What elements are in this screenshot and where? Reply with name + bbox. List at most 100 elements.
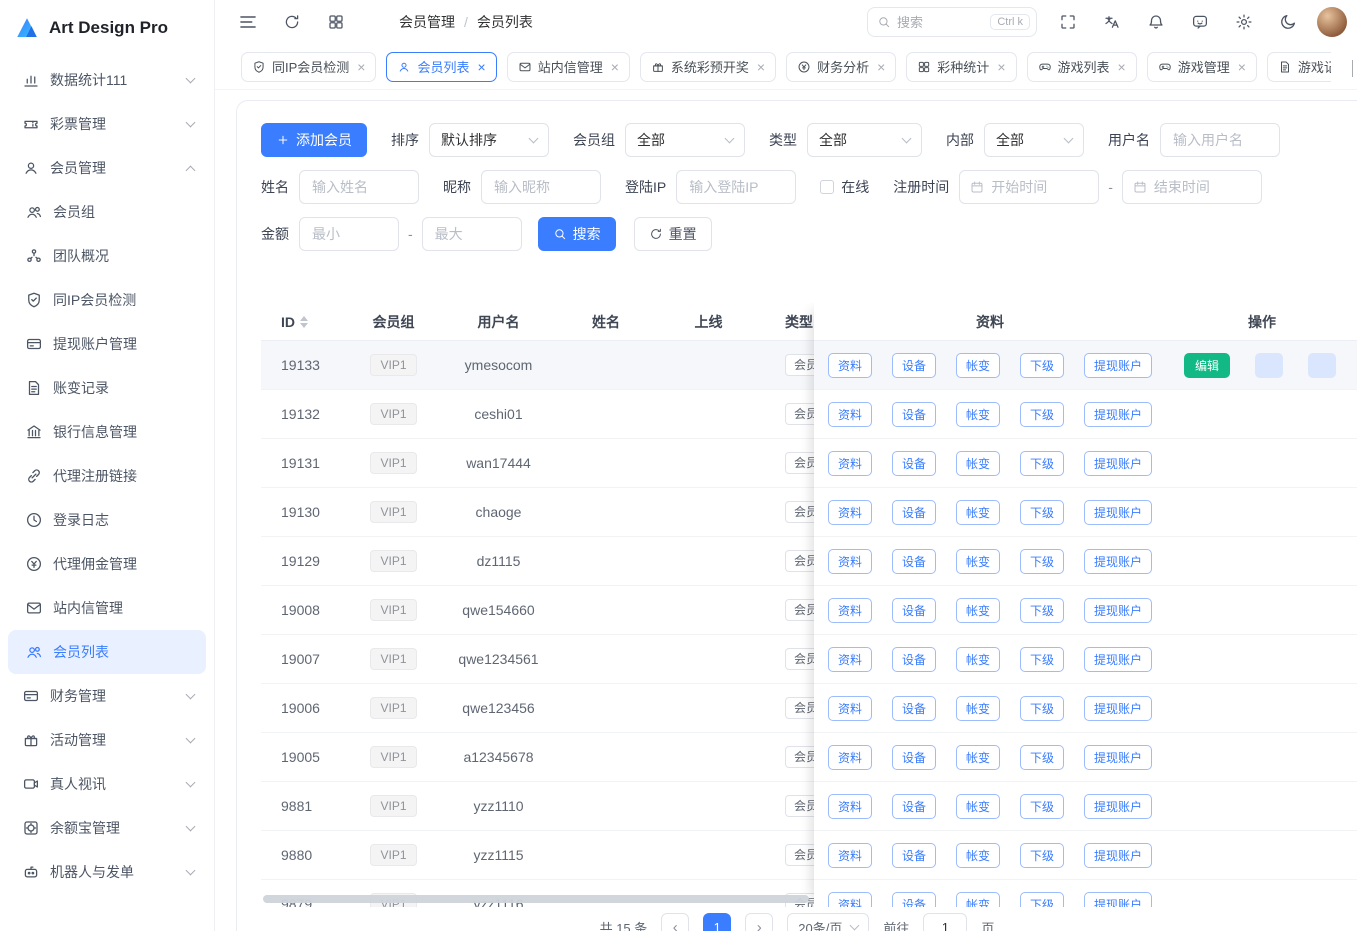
reset-button[interactable]: 重置 <box>634 217 712 251</box>
profile-button[interactable]: 资料 <box>828 843 872 868</box>
tab-close-icon[interactable]: × <box>1238 60 1246 74</box>
member-group-select[interactable]: 全部 <box>625 123 745 157</box>
withdraw-account-button[interactable]: 提现账户 <box>1084 500 1152 525</box>
device-button[interactable]: 设备 <box>892 892 936 908</box>
sidebar-item[interactable]: 会员列表 <box>8 630 206 674</box>
table-row[interactable]: 19130 VIP1 chaoge 会员 <box>261 488 871 537</box>
subordinate-button[interactable]: 下级 <box>1020 892 1064 908</box>
table-row[interactable]: 19129 VIP1 dz1115 会员 <box>261 537 871 586</box>
table-row[interactable]: 19133 VIP1 ymesocom 会员 <box>261 341 871 390</box>
next-page-button[interactable]: › <box>745 913 773 931</box>
search-input[interactable] <box>897 15 984 30</box>
horizontal-scrollbar[interactable] <box>263 895 809 903</box>
subordinate-button[interactable]: 下级 <box>1020 794 1064 819</box>
tab[interactable]: 财务分析 × <box>786 52 896 82</box>
sidebar-item[interactable]: 真人视讯 <box>8 762 206 806</box>
menu-toggle-icon[interactable] <box>233 7 263 37</box>
device-button[interactable]: 设备 <box>892 647 936 672</box>
tab[interactable]: 游戏记录 × <box>1267 52 1331 82</box>
tab-close-icon[interactable]: × <box>1118 60 1126 74</box>
table-row[interactable]: 19131 VIP1 wan17444 会员 <box>261 439 871 488</box>
balance-change-button[interactable]: 帐变 <box>956 402 1000 427</box>
dark-mode-moon-icon[interactable] <box>1273 7 1303 37</box>
search-button[interactable]: 搜索 <box>538 217 616 251</box>
balance-change-button[interactable]: 帐变 <box>956 500 1000 525</box>
device-button[interactable]: 设备 <box>892 549 936 574</box>
subordinate-button[interactable]: 下级 <box>1020 451 1064 476</box>
start-date-input[interactable] <box>959 170 1099 204</box>
breadcrumb-parent[interactable]: 会员管理 <box>399 12 455 32</box>
tab-close-icon[interactable]: × <box>478 60 486 74</box>
type-select[interactable]: 全部 <box>807 123 922 157</box>
balance-change-button[interactable]: 帐变 <box>956 696 1000 721</box>
sidebar-item[interactable]: 银行信息管理 <box>8 410 206 454</box>
balance-change-button[interactable]: 帐变 <box>956 549 1000 574</box>
table-row[interactable]: 9880 VIP1 yzz1115 会员 <box>261 831 871 880</box>
profile-button[interactable]: 资料 <box>828 598 872 623</box>
subordinate-button[interactable]: 下级 <box>1020 843 1064 868</box>
tab-close-icon[interactable]: × <box>757 60 765 74</box>
table-row[interactable]: 19007 VIP1 qwe1234561 会员 <box>261 635 871 684</box>
sidebar-item[interactable]: 数据统计111 <box>8 58 206 102</box>
username-input[interactable] <box>1160 123 1280 157</box>
end-date-input[interactable] <box>1122 170 1262 204</box>
settings-gear-icon[interactable] <box>1229 7 1259 37</box>
subordinate-button[interactable]: 下级 <box>1020 598 1064 623</box>
column-header-id[interactable]: ID <box>261 314 346 330</box>
fullscreen-icon[interactable] <box>1053 7 1083 37</box>
table-row[interactable]: 19006 VIP1 qwe123456 会员 <box>261 684 871 733</box>
withdraw-account-button[interactable]: 提现账户 <box>1084 549 1152 574</box>
sidebar-item[interactable]: 登录日志 <box>8 498 206 542</box>
online-checkbox[interactable] <box>820 180 834 194</box>
device-button[interactable]: 设备 <box>892 843 936 868</box>
withdraw-account-button[interactable]: 提现账户 <box>1084 451 1152 476</box>
sidebar-item[interactable]: 同IP会员检测 <box>8 278 206 322</box>
tab-close-icon[interactable]: × <box>611 60 619 74</box>
sidebar-item[interactable]: 账变记录 <box>8 366 206 410</box>
amount-min-input[interactable] <box>299 217 399 251</box>
profile-button[interactable]: 资料 <box>828 451 872 476</box>
action-ghost-button[interactable] <box>1255 353 1283 378</box>
device-button[interactable]: 设备 <box>892 451 936 476</box>
withdraw-account-button[interactable]: 提现账户 <box>1084 745 1152 770</box>
profile-button[interactable]: 资料 <box>828 647 872 672</box>
table-row[interactable]: 19005 VIP1 a12345678 会员 <box>261 733 871 782</box>
sort-select[interactable]: 默认排序 <box>429 123 549 157</box>
table-row[interactable]: 19008 VIP1 qwe154660 会员 <box>261 586 871 635</box>
withdraw-account-button[interactable]: 提现账户 <box>1084 843 1152 868</box>
balance-change-button[interactable]: 帐变 <box>956 892 1000 908</box>
tab[interactable]: 站内信管理 × <box>507 52 630 82</box>
balance-change-button[interactable]: 帐变 <box>956 598 1000 623</box>
edit-button[interactable]: 编辑 <box>1184 353 1230 378</box>
balance-change-button[interactable]: 帐变 <box>956 794 1000 819</box>
amount-max-input[interactable] <box>422 217 522 251</box>
sidebar-item[interactable]: 会员组 <box>8 190 206 234</box>
sidebar-item[interactable]: 团队概况 <box>8 234 206 278</box>
current-page[interactable]: 1 <box>703 913 731 931</box>
sidebar-item[interactable]: 财务管理 <box>8 674 206 718</box>
tab[interactable]: 游戏管理 × <box>1147 52 1257 82</box>
withdraw-account-button[interactable]: 提现账户 <box>1084 647 1152 672</box>
login-ip-input[interactable] <box>676 170 796 204</box>
device-button[interactable]: 设备 <box>892 696 936 721</box>
sidebar-item[interactable]: 提现账户管理 <box>8 322 206 366</box>
translate-icon[interactable] <box>1097 7 1127 37</box>
sidebar-item[interactable]: 余额宝管理 <box>8 806 206 850</box>
table-row[interactable]: 19132 VIP1 ceshi01 会员 <box>261 390 871 439</box>
tab-list-chevron-down-icon[interactable] <box>1352 60 1353 76</box>
name-input[interactable] <box>299 170 419 204</box>
subordinate-button[interactable]: 下级 <box>1020 500 1064 525</box>
tab[interactable]: 同IP会员检测 × <box>241 52 376 82</box>
balance-change-button[interactable]: 帐变 <box>956 353 1000 378</box>
balance-change-button[interactable]: 帐变 <box>956 451 1000 476</box>
device-button[interactable]: 设备 <box>892 500 936 525</box>
page-size-select[interactable]: 20条/页 <box>787 913 869 931</box>
tab[interactable]: 系统彩预开奖 × <box>640 52 776 82</box>
profile-button[interactable]: 资料 <box>828 696 872 721</box>
tab[interactable]: 彩种统计 × <box>906 52 1016 82</box>
profile-button[interactable]: 资料 <box>828 549 872 574</box>
avatar[interactable] <box>1317 7 1347 37</box>
device-button[interactable]: 设备 <box>892 598 936 623</box>
subordinate-button[interactable]: 下级 <box>1020 745 1064 770</box>
withdraw-account-button[interactable]: 提现账户 <box>1084 892 1152 908</box>
